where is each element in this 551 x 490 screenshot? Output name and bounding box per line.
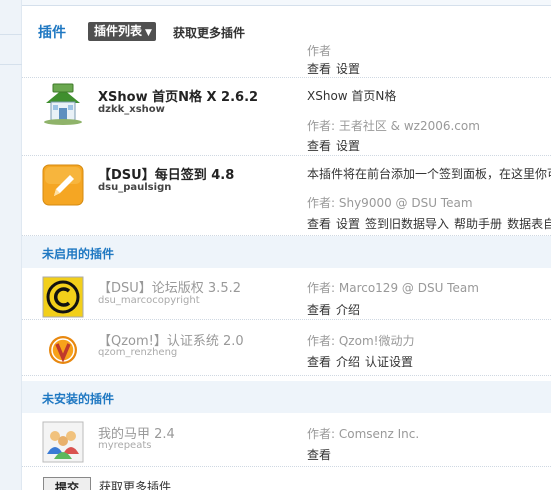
plugin-row-qzom-renzheng: 【Qzom!】认证系统 2.0 qzom_renzheng 作者: Qzom!微…	[22, 320, 551, 376]
section-title: 未安装的插件	[42, 392, 115, 406]
plugin-actions: 查看 设置	[307, 137, 365, 154]
uninstalled-plugins-section: 未安装的插件	[22, 381, 551, 413]
view-link[interactable]: 查看	[307, 217, 331, 231]
users-icon	[42, 421, 84, 463]
plugin-id: qzom_renzheng	[98, 347, 178, 358]
view-link[interactable]: 查看	[307, 139, 331, 153]
plugin-actions: 查看 介绍 认证设置	[307, 353, 418, 370]
view-link[interactable]: 查看	[307, 448, 331, 462]
settings-link[interactable]: 设置	[336, 217, 360, 231]
data-table-link[interactable]: 数据表自	[507, 217, 551, 231]
page-header: 插件 插件列表 ▼ 获取更多插件	[22, 14, 551, 48]
settings-link[interactable]: 设置	[336, 139, 360, 153]
plugin-row-partial: 作者 查看 设置	[22, 44, 551, 78]
plugin-id: dzkk_xshow	[98, 104, 165, 115]
plugin-id: dsu_marcocopyright	[98, 295, 200, 306]
plugin-author-partial: 作者	[307, 44, 332, 58]
plugin-row-xshow: XShow 首页N格 X 2.6.2 dzkk_xshow XShow 首页N格…	[22, 78, 551, 156]
section-title: 未启用的插件	[42, 247, 115, 261]
plugin-description: 本插件将在前台添加一个签到面板，在这里你可	[307, 167, 551, 181]
caret-down-icon: ▼	[145, 28, 152, 38]
verified-badge-icon	[42, 328, 84, 370]
plugin-name: 【DSU】论坛版权 3.5.2	[98, 281, 241, 296]
plugin-id: myrepeats	[98, 440, 152, 451]
plugin-list-dropdown[interactable]: 插件列表 ▼	[88, 22, 156, 41]
plugin-admin-panel: 插件 插件列表 ▼ 获取更多插件 作者 查看 设置 XShow 首页N格 X 2.6…	[0, 0, 551, 490]
intro-link[interactable]: 介绍	[336, 355, 360, 369]
settings-link[interactable]: 设置	[336, 62, 360, 76]
plugin-row-myrepeats: 我的马甲 2.4 myrepeats 作者: Comsenz Inc. 查看	[22, 413, 551, 467]
plugin-author: 作者: Qzom!微动力	[307, 334, 415, 348]
plugin-description: XShow 首页N格	[307, 89, 397, 103]
get-more-plugins-footer-link[interactable]: 获取更多插件	[99, 478, 171, 490]
sidebar-divider	[0, 64, 22, 65]
get-more-plugins-link[interactable]: 获取更多插件	[173, 24, 245, 41]
import-old-data-link[interactable]: 签到旧数据导入	[365, 217, 449, 231]
plugin-id: dsu_paulsign	[98, 182, 172, 193]
plugin-actions: 查看 介绍	[307, 301, 365, 318]
verify-settings-link[interactable]: 认证设置	[365, 355, 413, 369]
disabled-plugins-section: 未启用的插件	[22, 236, 551, 268]
plugin-actions: 查看 设置	[307, 60, 365, 77]
top-bar	[22, 0, 551, 6]
plugin-row-dsu-paulsign: 【DSU】每日签到 4.8 dsu_paulsign 本插件将在前台添加一个签到…	[22, 156, 551, 236]
intro-link[interactable]: 介绍	[336, 303, 360, 317]
plugin-actions: 查看 设置 签到旧数据导入 帮助手册 数据表自	[307, 215, 551, 232]
view-link[interactable]: 查看	[307, 303, 331, 317]
help-manual-link[interactable]: 帮助手册	[454, 217, 502, 231]
page-title: 插件	[38, 25, 66, 41]
plugin-name: 【DSU】每日签到 4.8	[98, 168, 235, 183]
house-plugin-icon	[42, 83, 84, 125]
plugin-list-label: 插件列表	[94, 24, 143, 38]
view-link[interactable]: 查看	[307, 355, 331, 369]
sidebar-divider	[0, 34, 22, 35]
plugin-row-dsu-marcocopyright: 【DSU】论坛版权 3.5.2 dsu_marcocopyright 作者: M…	[22, 268, 551, 320]
plugin-author: 作者: Shy9000 @ DSU Team	[307, 196, 473, 210]
pencil-plugin-icon	[42, 164, 84, 206]
view-link[interactable]: 查看	[307, 62, 331, 76]
plugin-actions: 查看	[307, 446, 336, 463]
copyright-icon	[42, 276, 84, 318]
plugin-author: 作者: Marco129 @ DSU Team	[307, 281, 479, 295]
plugin-author: 作者: 王者社区 & wz2006.com	[307, 119, 480, 133]
left-sidebar-strip	[0, 0, 22, 490]
plugin-author: 作者: Comsenz Inc.	[307, 427, 420, 441]
submit-button[interactable]: 提交	[43, 477, 91, 490]
plugin-name: XShow 首页N格 X 2.6.2	[98, 90, 259, 105]
